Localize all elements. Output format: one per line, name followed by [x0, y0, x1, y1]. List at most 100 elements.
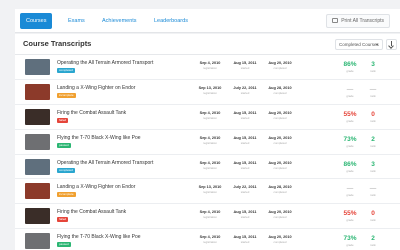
grade-cell: 55% grade — [338, 111, 362, 123]
completed-date: Aug 20, 2010 completed — [265, 136, 295, 145]
rank-cell: 2 rank — [361, 235, 385, 247]
table-row[interactable]: Landing a X-Wing Fighter on Endor incompl… — [15, 80, 400, 105]
completed-date: Aug 20, 2010 completed — [265, 161, 295, 170]
registered-caption: registration — [203, 66, 217, 70]
started-date: Aug 15, 2011 started — [230, 111, 260, 120]
completed-caption: completed — [273, 66, 287, 70]
rank-value: — — [369, 85, 377, 93]
completed-caption: completed — [273, 140, 287, 145]
rank-value: 2 — [371, 235, 375, 243]
rank-value: 0 — [371, 210, 375, 218]
completed-date: Aug 28, 2010 completed — [265, 86, 295, 95]
grade-caption: grade — [346, 168, 354, 173]
table-row[interactable]: Operating the All Terrain Armored Transp… — [15, 155, 400, 180]
registered-value: Sep 13, 2010 — [198, 185, 222, 190]
rank-value: 3 — [371, 160, 375, 168]
registered-caption: registration — [203, 190, 217, 195]
started-value: Aug 15, 2011 — [233, 61, 257, 65]
completed-value: Aug 20, 2010 — [268, 160, 292, 165]
table-row[interactable]: Firing the Combat Assault Tank failed Sep … — [15, 105, 400, 130]
registered-date: Sep 4, 2010 registration — [195, 161, 225, 170]
completed-caption: completed — [273, 215, 287, 220]
completed-value: Aug 28, 2010 — [268, 85, 292, 90]
rank-cell: 0 rank — [361, 210, 385, 222]
started-value: Aug 15, 2011 — [233, 110, 257, 115]
started-date: Aug 15, 2011 started — [230, 235, 260, 244]
started-value: July 22, 2011 — [233, 85, 257, 90]
course-name[interactable]: Firing the Combat Assault Tank — [57, 110, 126, 116]
grade-cell: 86% grade — [338, 61, 362, 73]
grade-cell: — grade — [338, 185, 362, 197]
download-icon[interactable] — [386, 39, 397, 50]
table-row[interactable]: Flying the T-70 Black X-Wing like Poe pas… — [15, 229, 400, 250]
course-thumbnail — [25, 59, 50, 75]
status-badge: incomplete — [57, 92, 76, 98]
started-value: Aug 15, 2011 — [233, 210, 257, 215]
completed-caption: completed — [273, 165, 287, 170]
page-title: Course Transcripts — [23, 39, 92, 48]
filter-value: Completed Courses — [339, 42, 379, 47]
started-caption: started — [240, 90, 250, 95]
table-row[interactable]: Operating the All Terrain Armored Transp… — [15, 55, 400, 80]
tab-leaderboards[interactable]: Leaderboards — [154, 13, 188, 29]
started-date: Aug 15, 2011 started — [230, 136, 260, 145]
course-name[interactable]: Firing the Combat Assault Tank — [57, 209, 126, 215]
completed-date: Aug 28, 2010 completed — [265, 185, 295, 194]
tab-achievements[interactable]: Achievements — [102, 13, 137, 29]
course-name[interactable]: Flying the T-70 Black X-Wing like Poe — [57, 135, 141, 141]
grade-caption: grade — [346, 69, 354, 73]
grade-value: 86% — [343, 160, 357, 168]
registered-caption: registration — [203, 90, 217, 95]
completed-caption: completed — [273, 190, 287, 195]
print-all-button[interactable]: Print All Transcripts — [326, 14, 390, 28]
completed-date: Aug 20, 2010 completed — [265, 210, 295, 219]
status-badge: failed — [57, 217, 69, 223]
transcripts-panel: Course Transcripts Completed Courses ▼ Op… — [15, 34, 400, 250]
completed-date: Aug 20, 2010 completed — [265, 235, 295, 244]
table-row[interactable]: Flying the T-70 Black X-Wing like Poe pas… — [15, 130, 400, 155]
registered-caption: registration — [203, 115, 217, 120]
grade-cell: 73% grade — [338, 235, 362, 247]
course-name[interactable]: Landing a X-Wing Fighter on Endor — [57, 184, 135, 190]
rank-value: 3 — [371, 61, 375, 68]
course-name[interactable]: Flying the T-70 Black X-Wing like Poe — [57, 234, 141, 240]
registered-value: Sep 4, 2010 — [199, 135, 221, 140]
table-row[interactable]: Firing the Combat Assault Tank failed Sep … — [15, 204, 400, 230]
registered-value: Sep 13, 2010 — [198, 85, 222, 90]
registered-date: Sep 13, 2010 registration — [195, 86, 225, 95]
grade-value: — — [346, 185, 354, 193]
course-name[interactable]: Landing a X-Wing Fighter on Endor — [57, 85, 135, 91]
grade-caption: grade — [346, 193, 354, 198]
completed-date: Aug 20, 2010 completed — [265, 111, 295, 120]
started-caption: started — [240, 115, 250, 120]
print-label: Print All Transcripts — [341, 18, 384, 24]
course-filter-select[interactable]: Completed Courses ▼ — [335, 39, 383, 50]
completed-value: Aug 28, 2010 — [268, 185, 292, 190]
rank-caption: rank — [370, 69, 376, 73]
registered-date: Sep 4, 2010 registration — [195, 210, 225, 219]
course-name[interactable]: Operating the All Terrain Armored Transp… — [57, 60, 153, 66]
course-name[interactable]: Operating the All Terrain Armored Transp… — [57, 160, 153, 166]
rank-value: — — [369, 185, 377, 193]
printer-icon — [332, 18, 339, 23]
registered-caption: registration — [203, 215, 217, 220]
status-badge: incomplete — [57, 192, 76, 198]
status-badge: passed — [57, 142, 71, 148]
registered-date: Sep 4, 2010 registration — [195, 111, 225, 120]
table-row[interactable]: Landing a X-Wing Fighter on Endor incompl… — [15, 179, 400, 205]
course-thumbnail — [25, 158, 50, 175]
grade-cell: — grade — [338, 86, 362, 98]
tab-courses[interactable]: Courses — [20, 13, 53, 29]
course-thumbnail — [25, 108, 50, 125]
grade-value: 55% — [343, 110, 357, 118]
grade-value: 86% — [343, 61, 357, 68]
tab-exams[interactable]: Exams — [68, 13, 85, 29]
completed-value: Aug 20, 2010 — [268, 110, 292, 115]
started-date: Aug 15, 2011 started — [230, 61, 260, 70]
top-nav: Courses Exams Achievements Leaderboards … — [15, 9, 400, 33]
grade-cell: 55% grade — [338, 210, 362, 222]
status-badge: passed — [57, 242, 71, 248]
registered-caption: registration — [203, 165, 217, 170]
registered-value: Sep 4, 2010 — [199, 110, 221, 115]
completed-date: Aug 20, 2010 completed — [265, 61, 295, 70]
